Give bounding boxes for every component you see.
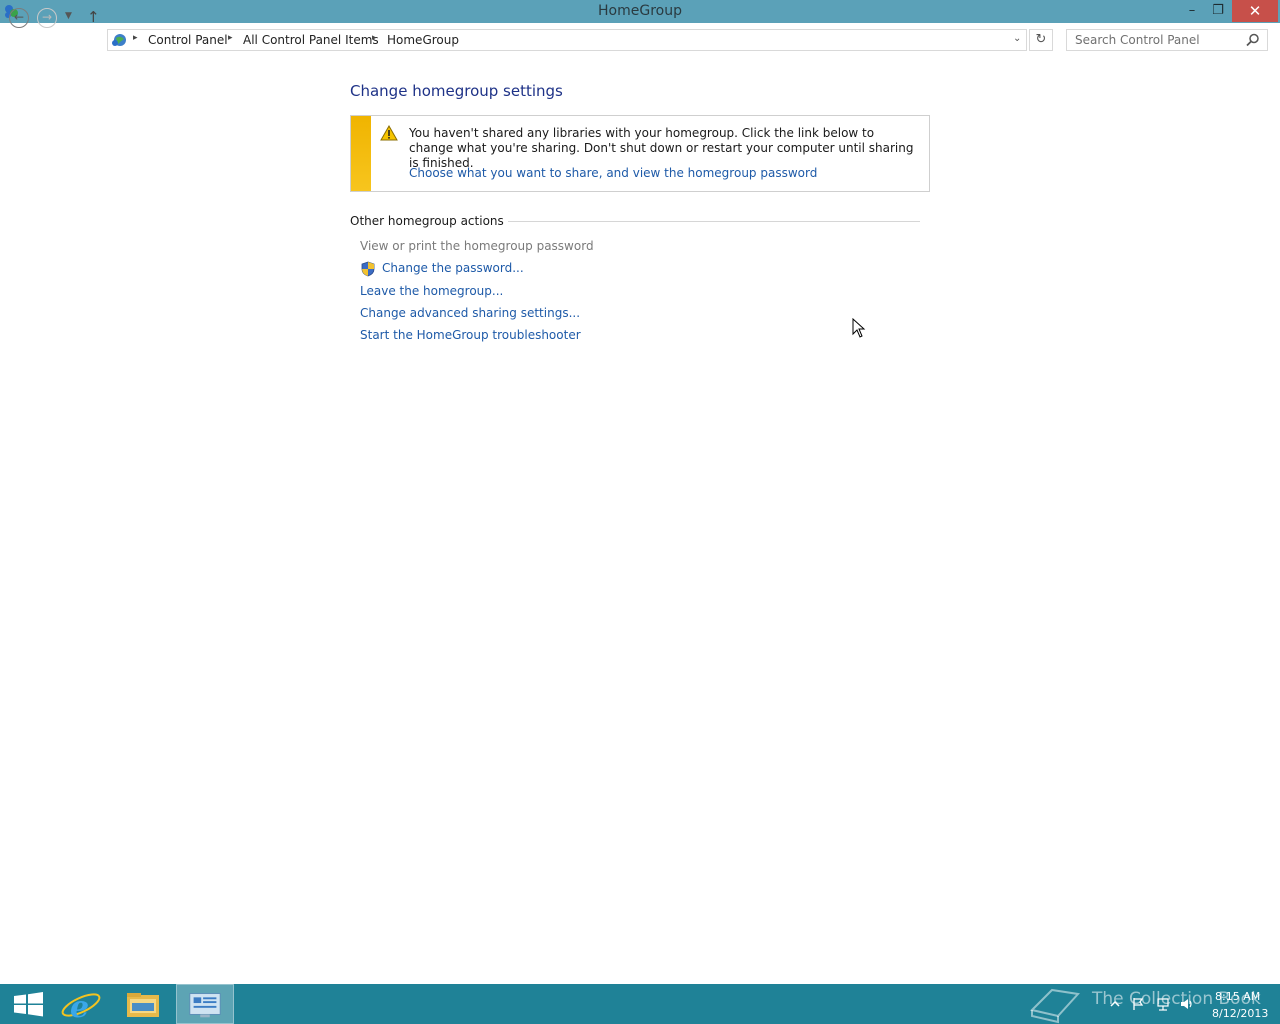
minimize-button[interactable]: –	[1178, 0, 1206, 22]
breadcrumb-control-panel[interactable]: Control Panel	[148, 33, 228, 47]
homegroup-troubleshooter-link[interactable]: Start the HomeGroup troubleshooter	[360, 328, 581, 342]
forward-button[interactable]: →	[37, 8, 57, 28]
control-panel-icon[interactable]	[176, 984, 234, 1024]
back-button[interactable]: ←	[9, 8, 29, 28]
choose-what-to-share-link[interactable]: Choose what you want to share, and view …	[409, 166, 817, 180]
breadcrumb-separator[interactable]: ▸	[372, 33, 377, 43]
action-center-flag-icon[interactable]	[1131, 997, 1145, 1011]
close-button[interactable]: ✕	[1232, 0, 1278, 22]
show-hidden-icons-icon[interactable]	[1108, 997, 1122, 1011]
view-print-password-link: View or print the homegroup password	[360, 239, 594, 253]
file-explorer-icon[interactable]	[114, 984, 172, 1024]
change-password-link[interactable]: Change the password...	[382, 261, 524, 275]
breadcrumb-homegroup[interactable]: HomeGroup	[387, 33, 459, 47]
breadcrumb-separator[interactable]: ▸	[228, 33, 233, 43]
notice-message: You haven't shared any libraries with yo…	[409, 126, 914, 170]
svg-text:e: e	[70, 990, 89, 1024]
mouse-pointer-icon	[852, 318, 866, 338]
clock-date[interactable]: 8/12/2013	[1212, 1007, 1268, 1020]
uac-shield-icon	[361, 261, 375, 277]
network-icon[interactable]	[1156, 997, 1170, 1011]
restore-button[interactable]: ❐	[1204, 0, 1232, 22]
windows-logo-icon[interactable]	[0, 984, 58, 1024]
internet-explorer-icon[interactable]: e	[52, 984, 110, 1024]
volume-icon[interactable]	[1180, 997, 1194, 1011]
warning-icon	[380, 125, 398, 141]
breadcrumb-all-control-panel-items[interactable]: All Control Panel Items	[243, 33, 379, 47]
search-placeholder[interactable]: Search Control Panel	[1075, 33, 1200, 47]
refresh-button[interactable]: ↻	[1029, 29, 1053, 51]
clock-time[interactable]: 8:15 AM	[1215, 990, 1260, 1003]
control-panel-globe-icon	[112, 34, 126, 46]
address-dropdown-button[interactable]: ⌄	[1013, 33, 1021, 44]
section-title: Other homegroup actions	[350, 214, 508, 228]
leave-homegroup-link[interactable]: Leave the homegroup...	[360, 284, 503, 298]
recent-locations-button[interactable]: ▼	[65, 11, 72, 21]
notice-stripe	[351, 116, 371, 191]
breadcrumb-separator[interactable]: ▸	[133, 33, 138, 43]
window-title: HomeGroup	[598, 3, 682, 19]
page-title: Change homegroup settings	[350, 82, 563, 100]
up-button[interactable]: ↑	[87, 8, 100, 26]
change-advanced-sharing-link[interactable]: Change advanced sharing settings...	[360, 306, 580, 320]
search-icon[interactable]	[1246, 33, 1260, 47]
